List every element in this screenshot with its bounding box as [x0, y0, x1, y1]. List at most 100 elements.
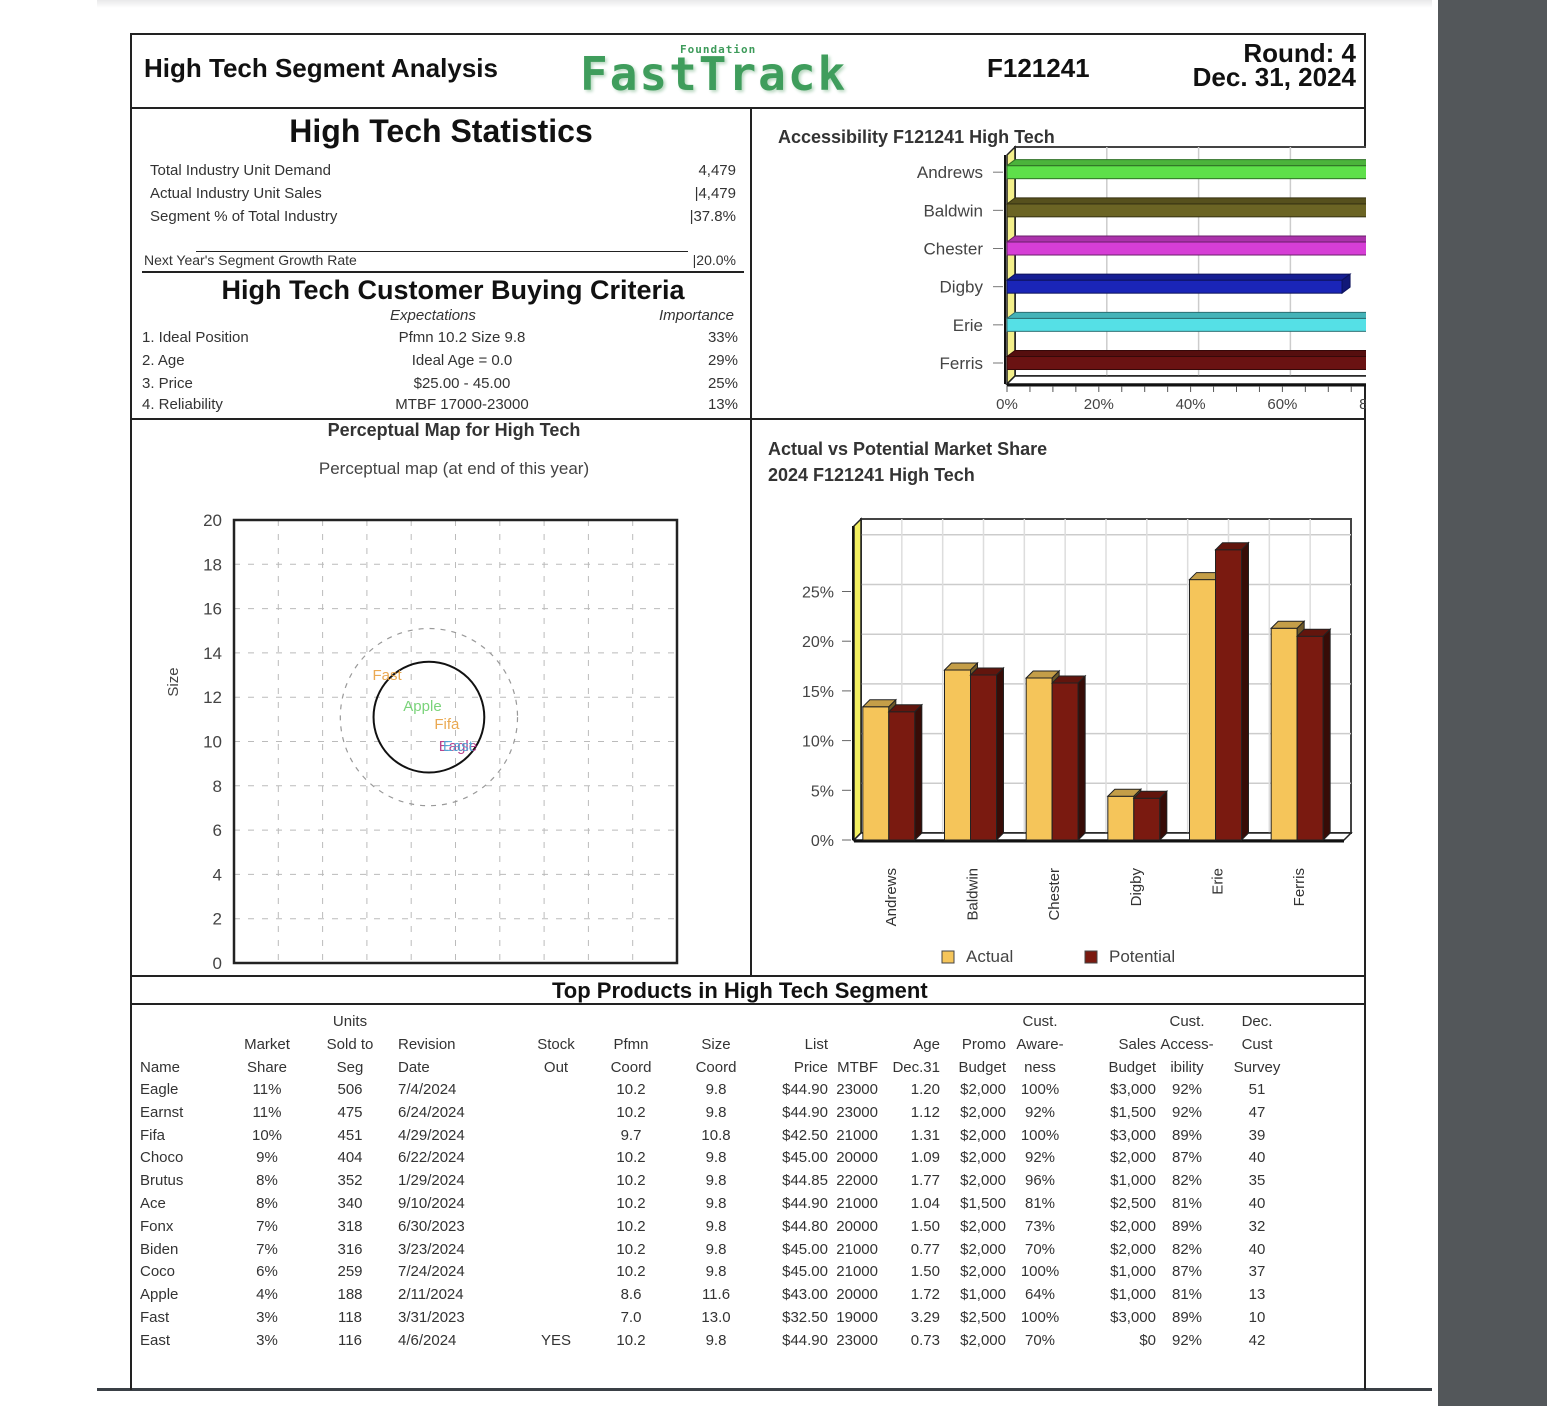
growth-value: |20.0%: [692, 252, 736, 268]
column-header: Budget: [1108, 1059, 1156, 1076]
table-cell: $2,000: [1110, 1240, 1156, 1258]
growth-underline: [196, 251, 688, 252]
accessibility-bar-top: [1005, 235, 1366, 243]
table-cell: [526, 1307, 586, 1330]
column-header: [232, 1010, 302, 1033]
accessibility-x-tick-label: 0%: [996, 396, 1018, 413]
table-cell: [526, 1170, 586, 1193]
stat-row: Segment % of Total Industry |37.8%: [150, 208, 736, 225]
segment-report: High Tech Segment Analysis Foundation Fa…: [130, 33, 1366, 1390]
viewer-scrollbar-area[interactable]: [1438, 0, 1547, 1406]
table-cell: $44.90: [782, 1081, 828, 1098]
market-share-bar-potential: [1215, 549, 1242, 841]
market-share-y-tick-label: 20%: [802, 634, 834, 651]
table-cell: 21000: [836, 1126, 878, 1144]
table-cell: 11%: [252, 1081, 282, 1098]
table-cell: $1,000: [1110, 1263, 1156, 1281]
table-cell: 100%: [1020, 1126, 1060, 1144]
market-share-bar-actual: [862, 706, 890, 841]
table-cell: 1.77: [910, 1172, 940, 1190]
table-cell: 8%: [256, 1172, 278, 1190]
accessibility-x-tick-label: 60%: [1267, 396, 1297, 413]
table-cell: 7%: [256, 1240, 278, 1258]
table-cell: 6/30/2023: [398, 1217, 465, 1235]
table-cell: 9.8: [705, 1263, 727, 1281]
table-cell: 10.2: [616, 1263, 646, 1281]
column-header: Cust: [1241, 1036, 1273, 1053]
criteria-expectation: Pfmn 10.2 Size 9.8: [398, 329, 526, 346]
column-header: Name: [140, 1059, 181, 1076]
table-cell: 9.7: [620, 1126, 642, 1144]
table-row: Eagle 11% 506 7/4/2024 10.2 9.8 $44.90 23000 1.2…: [140, 1079, 1296, 1102]
table-header-row: Units Cust. Cust. Dec.: [140, 1010, 1296, 1033]
table-cell: 20000: [836, 1217, 878, 1235]
column-header: [828, 1010, 878, 1033]
perceptual-map-title: Perceptual Map for High Tech: [328, 420, 581, 440]
table-cell: $32.50: [782, 1308, 828, 1326]
table-cell: 73%: [1024, 1217, 1056, 1235]
table-cell: 51: [1248, 1081, 1266, 1098]
table-cell: Apple: [140, 1286, 179, 1304]
criteria-divider: [142, 271, 744, 273]
table-cell: [526, 1125, 586, 1148]
perceptual-y-tick-label: 12: [203, 688, 222, 707]
growth-label: Next Year's Segment Growth Rate: [144, 252, 357, 268]
market-share-bar-potential: [1133, 797, 1161, 841]
column-header: [756, 1010, 828, 1033]
accessibility-bar: [1006, 317, 1366, 332]
perceptual-y-tick-label: 18: [203, 555, 222, 574]
table-cell: 9.8: [705, 1331, 727, 1349]
column-header: Survey: [1233, 1059, 1281, 1076]
table-cell: Ace: [140, 1194, 166, 1212]
market-share-side-wall: [853, 517, 862, 842]
report-header: High Tech Segment Analysis Foundation Fa…: [132, 35, 1366, 109]
table-row: Fifa 10% 451 4/29/2024 9.7 10.8 $42.50 21000 1.3…: [140, 1125, 1296, 1148]
market-share-bar-side: [1159, 790, 1168, 842]
table-cell: 9%: [256, 1149, 278, 1167]
market-share-category-label: Baldwin: [965, 868, 982, 921]
column-header: [878, 1010, 940, 1033]
top-products-title: Top Products in High Tech Segment: [552, 978, 928, 1003]
product-label: Fifa: [434, 716, 460, 733]
table-cell: Fifa: [140, 1126, 166, 1144]
accessibility-bar: [1006, 356, 1366, 371]
criteria-label: 2. Age: [142, 352, 185, 369]
accessibility-category-label: Erie: [953, 316, 983, 335]
table-cell: 0.73: [910, 1331, 940, 1349]
table-cell: $2,000: [960, 1240, 1006, 1258]
column-header: Seg: [336, 1059, 364, 1076]
table-cell: 23000: [836, 1331, 878, 1349]
column-header: [586, 1010, 676, 1033]
criteria-importance-header: Importance: [658, 307, 734, 324]
table-cell: 89%: [1171, 1217, 1203, 1235]
criteria-expectation: $25.00 - 45.00: [413, 375, 511, 392]
accessibility-chart: Accessibility F121241 High Tech 0% 20% 40%…: [778, 127, 1366, 413]
perceptual-map-subtitle: Perceptual map (at end of this year): [319, 459, 589, 478]
market-share-y-tick-label: 0%: [811, 833, 834, 850]
table-cell: 42: [1248, 1331, 1266, 1349]
table-cell: [526, 1261, 586, 1284]
accessibility-x-tick-label: 40%: [1176, 396, 1206, 413]
perceptual-y-tick-label: 20: [203, 511, 222, 530]
table-cell: $45.00: [782, 1149, 828, 1167]
table-cell: $2,500: [960, 1308, 1006, 1326]
table-cell: 3/31/2023: [398, 1308, 465, 1326]
table-cell: 9.8: [705, 1194, 727, 1212]
report-title: High Tech Segment Analysis: [144, 53, 498, 83]
table-cell: 7%: [256, 1217, 278, 1235]
table-cell: 10%: [251, 1126, 283, 1144]
market-share-bar-potential: [1051, 682, 1079, 841]
table-cell: 8%: [256, 1194, 278, 1212]
table-row: Ace 8% 340 9/10/2024 10.2 9.8 $44.90 21000 1.04 $…: [140, 1193, 1296, 1216]
table-cell: 22000: [836, 1172, 878, 1190]
table-cell: Fonx: [140, 1217, 174, 1235]
table-cell: $43.00: [782, 1286, 828, 1304]
table-row: Choco 9% 404 6/22/2024 10.2 9.8 $45.00 20000 1.0…: [140, 1147, 1296, 1170]
table-header-row: Market Sold to Revision Stock Pfmn Size List Ag…: [140, 1033, 1296, 1056]
column-header: Size: [701, 1036, 731, 1053]
table-cell: 9.8: [705, 1103, 727, 1121]
table-cell: 40: [1248, 1149, 1266, 1167]
growth-rate-row: Next Year's Segment Growth Rate |20.0%: [144, 251, 736, 268]
table-cell: 11%: [252, 1103, 282, 1121]
viewer-top-edge: [97, 0, 1432, 8]
